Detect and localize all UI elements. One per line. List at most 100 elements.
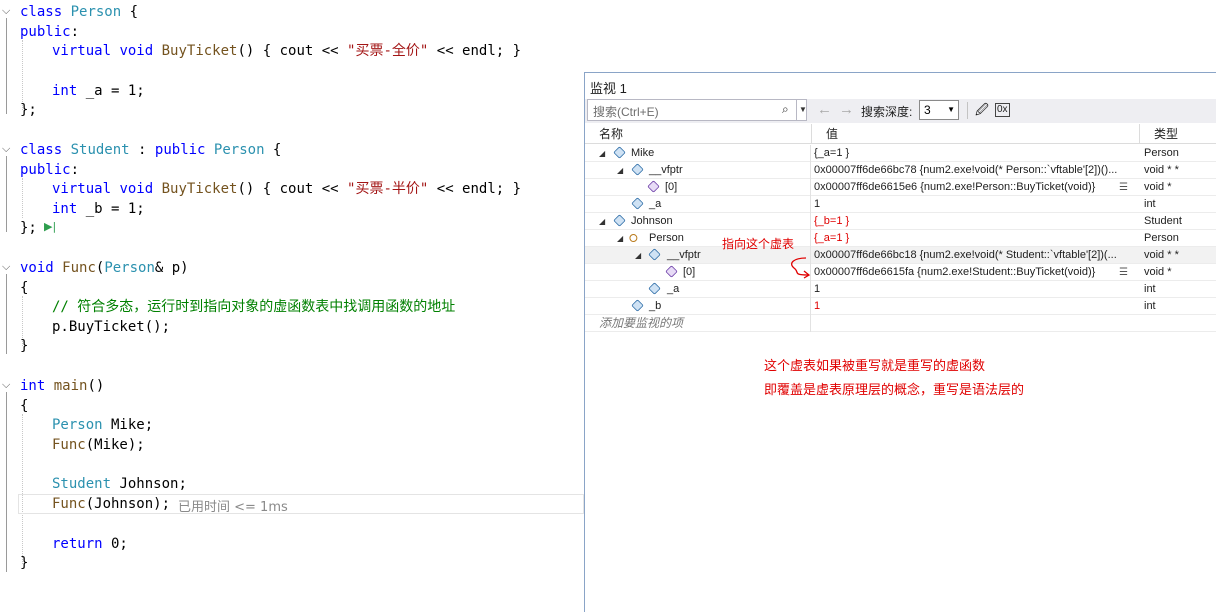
- watch-value[interactable]: {_a=1 }: [814, 230, 1138, 247]
- code-line: return 0;: [52, 536, 128, 552]
- watch-value[interactable]: 0x00007ff6de66bc18 {num2.exe!void(* Stud…: [814, 247, 1138, 264]
- annotation-arrow: [791, 257, 811, 279]
- watch-name: Mike: [631, 147, 655, 159]
- hex-display-icon[interactable]: 0x: [995, 103, 1010, 117]
- chevron-down-icon: ▼: [947, 105, 955, 114]
- indent-guide: [22, 414, 23, 564]
- field-icon: [631, 197, 644, 210]
- search-input[interactable]: 搜索(Ctrl+E) ⌕ ▼: [587, 99, 807, 121]
- watch-row-selected[interactable]: ◢ __vfptr 0x00007ff6de66bc18 {num2.exe!v…: [585, 247, 1216, 264]
- visualizer-icon[interactable]: ☰: [1119, 264, 1128, 281]
- code-line: Func(Mike);: [52, 437, 145, 453]
- code-line: class Person {: [20, 4, 139, 20]
- visualizer-icon[interactable]: ☰: [1119, 179, 1128, 196]
- search-depth-value: 3: [924, 103, 931, 117]
- fold-range: [6, 392, 7, 572]
- fold-range: [6, 274, 7, 354]
- watch-row[interactable]: _a 1 int: [585, 196, 1216, 213]
- watch-row[interactable]: ◢ __vfptr 0x00007ff6de66bc78 {num2.exe!v…: [585, 162, 1216, 179]
- watch-value[interactable]: 0x00007ff6de6615fa {num2.exe!Student::Bu…: [814, 264, 1138, 281]
- column-header-value[interactable]: 值: [812, 124, 1140, 144]
- watch-title-bar[interactable]: 监视 1: [585, 73, 1216, 99]
- expand-triangle-icon[interactable]: ◢: [617, 230, 623, 247]
- watch-value[interactable]: 1: [814, 281, 1138, 298]
- field-icon: [648, 282, 661, 295]
- elapsed-time-hint: 已用时间 <= 1ms: [178, 500, 288, 515]
- annotation-pointer-note: 指向这个虚表: [722, 237, 795, 251]
- code-line: int main(): [20, 378, 105, 394]
- code-line: }: [20, 555, 29, 571]
- watch-type: void *: [1144, 266, 1172, 278]
- code-line: Func(Johnson);: [52, 496, 171, 512]
- watch-value[interactable]: 1: [814, 298, 1138, 315]
- watch-value[interactable]: 1: [814, 196, 1138, 213]
- run-to-click-icon[interactable]: ▶|: [44, 220, 56, 233]
- watch-row[interactable]: [0] 0x00007ff6de6615fa {num2.exe!Student…: [585, 264, 1216, 281]
- watch-type: void * *: [1144, 249, 1179, 261]
- watch-row[interactable]: _b 1 int: [585, 298, 1216, 315]
- method-icon: [647, 180, 660, 193]
- method-icon: [665, 265, 678, 278]
- code-line: virtual void BuyTicket() { cout << "买票-半…: [52, 181, 522, 197]
- watch-name: __vfptr: [667, 249, 701, 261]
- watch-name: Johnson: [631, 215, 673, 227]
- watch-value[interactable]: {_a=1 }: [814, 145, 1138, 162]
- column-header-type[interactable]: 类型: [1140, 124, 1216, 144]
- fold-chevron-icon[interactable]: ⌵: [2, 142, 14, 156]
- fold-chevron-icon[interactable]: ⌵: [2, 260, 14, 274]
- code-line: public:: [20, 162, 80, 178]
- object-icon: [613, 214, 626, 227]
- watch-toolbar: 搜索(Ctrl+E) ⌕ ▼ ← → 搜索深度: 3 ▼ 🖉 0x: [585, 99, 1216, 123]
- object-icon: [648, 248, 661, 261]
- watch-row[interactable]: ◢ ⭘ Person {_a=1 } Person: [585, 230, 1216, 247]
- object-icon: [613, 146, 626, 159]
- watch-row[interactable]: [0] 0x00007ff6de6615e6 {num2.exe!Person:…: [585, 179, 1216, 196]
- watch-type: Person: [1144, 147, 1179, 159]
- code-line: class Student : public Person {: [20, 142, 282, 158]
- watch-value[interactable]: 0x00007ff6de6615e6 {num2.exe!Person::Buy…: [814, 179, 1138, 196]
- expand-triangle-icon[interactable]: ◢: [617, 162, 623, 179]
- watch-name: [0]: [683, 266, 696, 278]
- watch-type: Student: [1144, 215, 1182, 227]
- watch-title: 监视 1: [590, 81, 627, 96]
- column-header-name[interactable]: 名称: [585, 124, 812, 144]
- watch-row[interactable]: ◢ Johnson {_b=1 } Student: [585, 213, 1216, 230]
- watch-type: void * *: [1144, 164, 1179, 176]
- code-line: int _b = 1;: [52, 201, 145, 217]
- fold-chevron-icon[interactable]: ⌵: [2, 378, 14, 392]
- search-depth-label: 搜索深度:: [861, 105, 913, 119]
- expand-triangle-icon[interactable]: ◢: [599, 145, 605, 162]
- expand-triangle-icon[interactable]: ◢: [635, 247, 641, 264]
- search-placeholder: 搜索(Ctrl+E): [593, 105, 659, 119]
- code-line: };: [20, 102, 37, 118]
- code-line: public:: [20, 24, 80, 40]
- back-arrow-icon[interactable]: ←: [817, 101, 832, 118]
- chevron-down-icon[interactable]: ▼: [796, 99, 809, 121]
- fold-range: [6, 156, 7, 232]
- code-line: {: [20, 398, 29, 414]
- add-watch-row[interactable]: 添加要监视的项: [585, 315, 1216, 332]
- fold-range: [6, 18, 7, 114]
- watch-name: Person: [649, 232, 684, 244]
- code-line: {: [20, 280, 29, 296]
- watch-value[interactable]: 0x00007ff6de66bc78 {num2.exe!void(* Pers…: [814, 162, 1138, 179]
- pin-icon[interactable]: 🖉: [975, 101, 989, 123]
- annotation-note-line2: 即覆盖是虚表原理层的概念，重写是语法层的: [764, 383, 1025, 398]
- watch-row[interactable]: _a 1 int: [585, 281, 1216, 298]
- expand-triangle-icon[interactable]: ◢: [599, 213, 605, 230]
- watch-type: int: [1144, 300, 1156, 312]
- object-icon: [631, 163, 644, 176]
- base-class-icon: ⭘: [629, 233, 638, 245]
- watch-name: [0]: [665, 181, 678, 193]
- code-line: Person Mike;: [52, 417, 154, 433]
- add-watch-placeholder: 添加要监视的项: [599, 316, 684, 330]
- forward-arrow-icon[interactable]: →: [839, 101, 854, 118]
- code-line: }: [20, 338, 29, 354]
- search-icon[interactable]: ⌕: [782, 102, 789, 117]
- fold-chevron-icon[interactable]: ⌵: [2, 4, 14, 18]
- toolbar-divider: [967, 102, 968, 119]
- watch-row[interactable]: ◢ Mike {_a=1 } Person: [585, 145, 1216, 162]
- watch-value[interactable]: {_b=1 }: [814, 213, 1138, 230]
- search-depth-select[interactable]: 3 ▼: [919, 100, 959, 120]
- code-line: };: [20, 220, 37, 236]
